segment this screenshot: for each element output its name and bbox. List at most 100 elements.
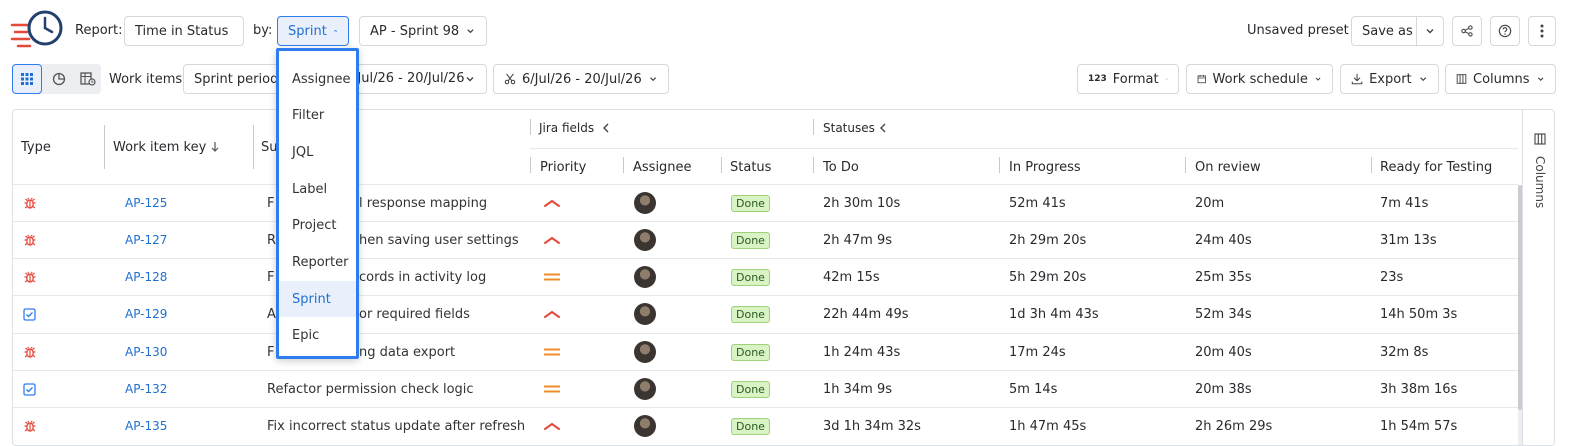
collapse-jira-fields-icon[interactable] [602, 123, 610, 133]
work-item-key-link[interactable]: AP-128 [125, 259, 167, 295]
format-button[interactable]: 123 Format [1077, 64, 1179, 94]
share-button[interactable] [1452, 16, 1482, 46]
schedule-view-button[interactable] [74, 64, 101, 94]
assignee-avatar[interactable] [634, 408, 656, 444]
chevron-down-icon [1165, 78, 1168, 80]
summary-prefix: F [267, 195, 275, 211]
menu-item-filter[interactable]: Filter [279, 98, 356, 134]
col-header-type: Type [21, 140, 51, 155]
bug-icon [23, 222, 37, 258]
priority-medium-icon [543, 334, 561, 370]
work-items-label: Work items: [109, 72, 187, 87]
todo-time: 3d 1h 34m 32s [823, 418, 921, 434]
ready-for-testing-time: 32m 8s [1380, 344, 1429, 360]
ready-for-testing-time: 3h 38m 16s [1380, 381, 1458, 397]
in-progress-time: 2h 29m 20s [1009, 232, 1087, 248]
date-range-filter[interactable]: 6/Jul/26 - 20/Jul/26 [493, 64, 669, 94]
share-icon [1461, 25, 1473, 37]
ready-for-testing-time: 31m 13s [1380, 232, 1437, 248]
menu-item-epic[interactable]: Epic [279, 318, 356, 354]
table-row[interactable]: AP-128 Fcords in activity log Done 42m 15s 5… [13, 258, 1518, 295]
assignee-avatar[interactable] [634, 222, 656, 258]
save-options-button[interactable] [1416, 16, 1444, 46]
priority-high-icon [543, 185, 561, 221]
assignee-avatar[interactable] [634, 334, 656, 370]
grid-icon [21, 73, 33, 85]
menu-item-assignee[interactable]: Assignee [279, 61, 356, 97]
grid-view-button[interactable] [12, 64, 42, 94]
app-logo [10, 9, 66, 51]
table-row[interactable]: AP-125 Fl response mapping Done 2h 30m 10s 5… [13, 184, 1518, 221]
todo-time: 1h 24m 43s [823, 344, 901, 360]
work-item-key-link[interactable]: AP-130 [125, 334, 167, 370]
download-icon [1351, 73, 1363, 85]
chevron-down-icon [1419, 77, 1426, 82]
table-row[interactable]: AP-129 Aor required fields Done 22h 44m 49s… [13, 295, 1518, 332]
menu-item-project[interactable]: Project [279, 208, 356, 244]
priority-high-icon [543, 408, 561, 444]
assignee-avatar[interactable] [634, 296, 656, 332]
calendar-icon [1197, 74, 1206, 84]
group-by-select[interactable]: Sprint [277, 16, 349, 46]
assignee-avatar[interactable] [634, 185, 656, 221]
work-item-key-link[interactable]: AP-129 [125, 296, 167, 332]
help-icon [1498, 24, 1512, 38]
columns-button[interactable]: Columns [1445, 64, 1556, 94]
collapse-statuses-icon[interactable] [879, 123, 887, 133]
work-item-key-link[interactable]: AP-135 [125, 408, 167, 444]
columns-panel-icon [1534, 133, 1546, 145]
save-as-button[interactable]: Save as [1351, 16, 1417, 46]
more-vertical-icon [1540, 24, 1544, 38]
todo-time: 22h 44m 49s [823, 306, 909, 322]
report-select[interactable]: Time in Status [124, 16, 244, 46]
in-progress-time: 5m 14s [1009, 381, 1058, 397]
table-row[interactable]: AP-132 Refactor permission check logic Don… [13, 370, 1518, 407]
assignee-avatar[interactable] [634, 371, 656, 407]
export-button[interactable]: Export [1340, 64, 1439, 94]
in-progress-time: 1h 47m 45s [1009, 418, 1087, 434]
group-by-value: Sprint [288, 23, 327, 39]
on-review-time: 52m 34s [1195, 306, 1252, 322]
priority-medium-icon [543, 371, 561, 407]
work-schedule-button[interactable]: Work schedule [1186, 64, 1333, 94]
menu-item-reporter[interactable]: Reporter [279, 245, 356, 281]
columns-panel-label: Columns [1533, 156, 1547, 209]
priority-high-icon [543, 222, 561, 258]
work-item-key-link[interactable]: AP-127 [125, 222, 167, 258]
chart-view-button[interactable] [45, 64, 73, 94]
summary-prefix: F [267, 269, 275, 285]
ready-for-testing-time: 1h 54m 57s [1380, 418, 1458, 434]
columns-side-panel[interactable]: Columns [1522, 110, 1554, 445]
help-button[interactable] [1490, 16, 1520, 46]
bug-icon [23, 334, 37, 370]
menu-item-label[interactable]: Label [279, 171, 356, 207]
on-review-time: 20m 40s [1195, 344, 1252, 360]
on-review-time: 20m 38s [1195, 381, 1252, 397]
menu-item-jql[interactable]: JQL [279, 134, 356, 170]
table-row[interactable]: AP-135 Fix incorrect status update after … [13, 407, 1518, 444]
more-options-button[interactable] [1528, 16, 1556, 46]
in-progress-time: 17m 24s [1009, 344, 1066, 360]
work-item-key-link[interactable]: AP-125 [125, 185, 167, 221]
col-header-key[interactable]: Work item key [113, 140, 206, 155]
table-row[interactable]: AP-130 Fng data export Done 1h 24m 43s 17m 2… [13, 333, 1518, 370]
sprint-select[interactable]: AP - Sprint 98 [359, 16, 487, 46]
scissors-icon [504, 73, 516, 85]
group-by-dropdown-menu: Assignee Filter JQL Label Project Reporter Spr… [276, 48, 359, 359]
summary-text: or required fields [359, 306, 470, 322]
report-select-value: Time in Status [135, 23, 229, 39]
work-item-key-link[interactable]: AP-132 [125, 371, 167, 407]
col-header-todo: To Do [823, 160, 859, 175]
status-badge: Done [731, 296, 770, 332]
group-header-statuses: Statuses [823, 121, 875, 135]
table-row[interactable]: AP-127 Rhen saving user settings Done 2h 47… [13, 221, 1518, 258]
chevron-up-icon [333, 29, 337, 32]
assignee-avatar[interactable] [634, 259, 656, 295]
time-in-status-grid: Type Work item key Su Jira fields Status… [12, 109, 1555, 446]
sort-arrow-down-icon[interactable] [210, 141, 220, 153]
ready-for-testing-time: 14h 50m 3s [1380, 306, 1458, 322]
on-review-time: 24m 40s [1195, 232, 1252, 248]
summary-prefix: A [267, 306, 276, 322]
menu-item-sprint[interactable]: Sprint [279, 281, 356, 318]
work-schedule-label: Work schedule [1212, 71, 1308, 87]
